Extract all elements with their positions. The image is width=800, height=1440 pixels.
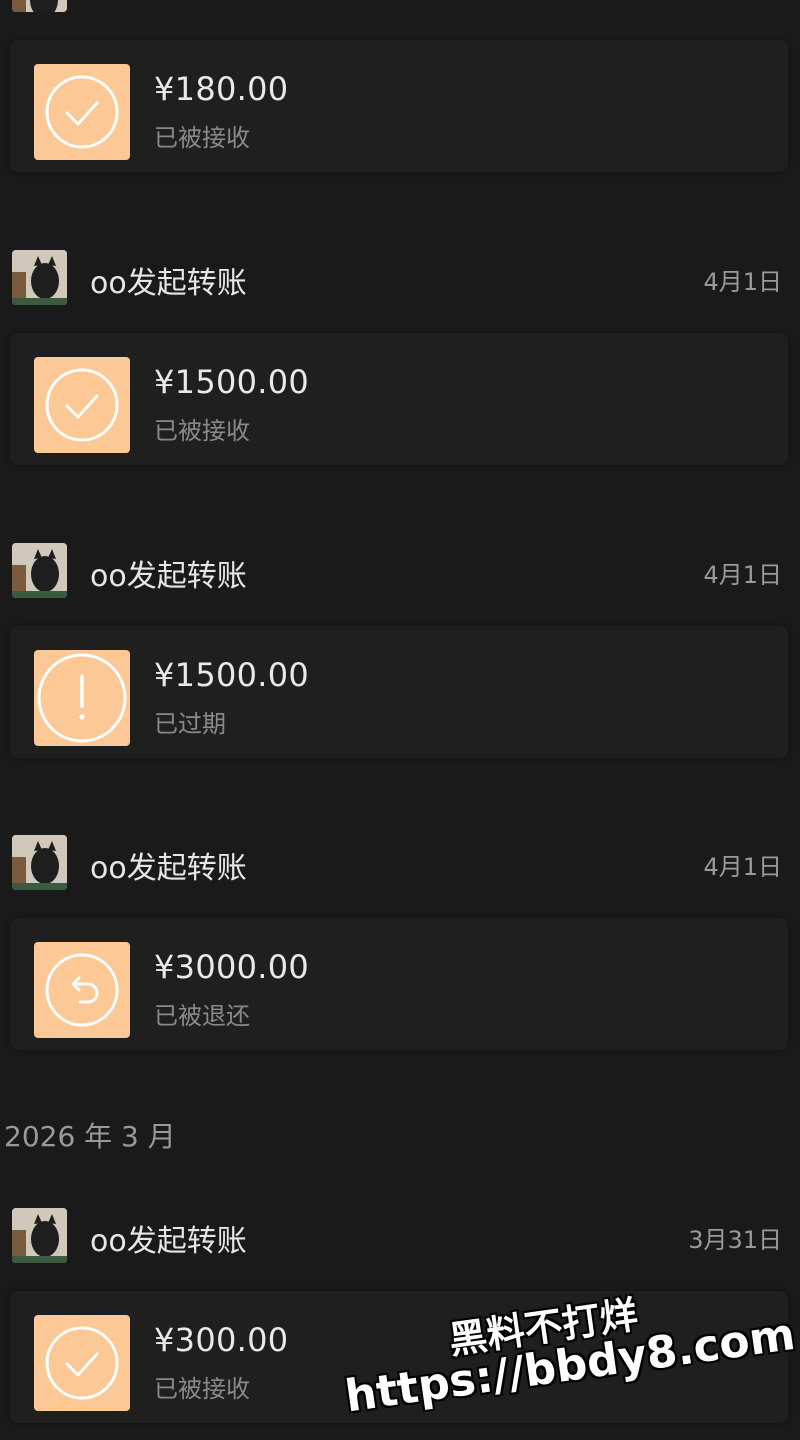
transfer-header: oo发起转账 3月31日 [0, 1206, 800, 1266]
check-circle-icon [34, 64, 130, 160]
transfer-header: oo发起转账 4月1日 [0, 248, 800, 308]
transfer-card[interactable]: ¥1500.00 已过期 [10, 626, 788, 758]
transfer-date: 4月1日 [703, 268, 782, 296]
transfer-header: oo发起转账 4月1日 [0, 833, 800, 893]
transfer-date: 4月1日 [703, 561, 782, 589]
avatar[interactable] [12, 1208, 67, 1263]
transfer-title: oo发起转账 [90, 559, 247, 594]
transfer-amount: ¥300.00 [154, 1321, 289, 1359]
avatar [12, 0, 67, 12]
avatar[interactable] [12, 835, 67, 890]
check-circle-icon [34, 1315, 130, 1411]
transfer-amount: ¥1500.00 [154, 656, 310, 694]
transfer-status: 已被接收 [154, 124, 250, 152]
transfer-amount: ¥180.00 [154, 70, 289, 108]
transfer-status: 已过期 [154, 710, 226, 738]
transfer-title: oo发起转账 [90, 851, 247, 886]
transfer-amount: ¥3000.00 [154, 948, 310, 986]
transfer-card[interactable]: ¥3000.00 已被退还 [10, 918, 788, 1050]
transfer-title: oo发起转账 [90, 1224, 247, 1259]
transfer-title: oo发起转账 [90, 266, 247, 301]
avatar[interactable] [12, 250, 67, 305]
transfer-date: 3月31日 [688, 1226, 782, 1254]
transfer-card[interactable]: ¥180.00 已被接收 [10, 40, 788, 172]
check-circle-icon [34, 357, 130, 453]
return-arrow-circle-icon [34, 942, 130, 1038]
transfer-card[interactable]: ¥1500.00 已被接收 [10, 333, 788, 465]
transfer-status: 已被接收 [154, 1375, 250, 1403]
exclamation-circle-icon [34, 650, 130, 746]
month-header: 2026 年 3 月 [4, 1120, 176, 1153]
transfer-status: 已被接收 [154, 417, 250, 445]
transfer-status: 已被退还 [154, 1002, 250, 1030]
transfer-date: 4月1日 [703, 853, 782, 881]
avatar[interactable] [12, 543, 67, 598]
transfer-header: oo发起转账 4月1日 [0, 541, 800, 601]
transfer-amount: ¥1500.00 [154, 363, 310, 401]
